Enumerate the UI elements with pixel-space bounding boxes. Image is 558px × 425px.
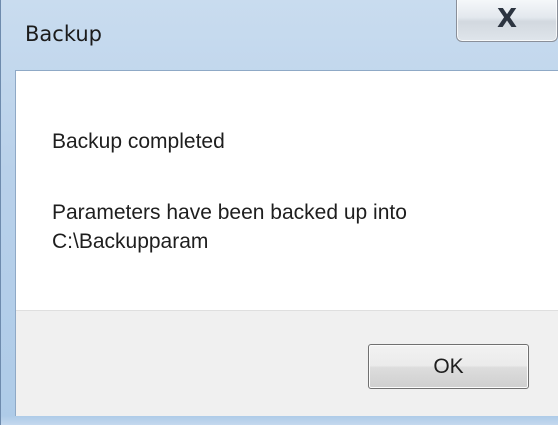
message-body: Parameters have been backed up into C:\B… bbox=[52, 201, 407, 253]
button-area: OK bbox=[16, 310, 558, 418]
close-button[interactable]: X bbox=[456, 0, 558, 42]
title-bar[interactable]: Backup X bbox=[1, 0, 558, 70]
dialog-content: Backup completed Parameters have been ba… bbox=[15, 70, 558, 418]
window-title: Backup bbox=[25, 22, 102, 46]
close-icon: X bbox=[496, 4, 518, 34]
message-heading: Backup completed bbox=[52, 130, 225, 153]
dialog-window: Backup X Backup completed Parameters hav… bbox=[0, 0, 558, 425]
window-bottom-border bbox=[1, 416, 558, 425]
ok-button[interactable]: OK bbox=[368, 344, 529, 389]
